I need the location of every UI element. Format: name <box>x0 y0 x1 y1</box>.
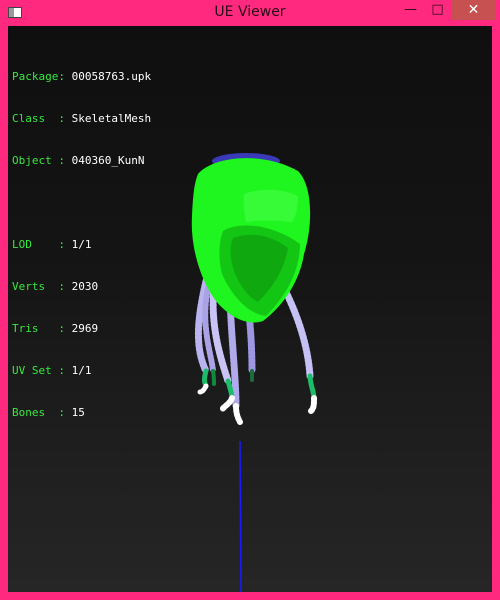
class-value: SkeletalMesh <box>71 112 152 125</box>
axis-line <box>239 440 242 592</box>
uvset-label: UV Set : <box>12 364 65 377</box>
mesh-info-panel: Package: 00058763.upk Class : SkeletalMe… <box>12 42 151 448</box>
bones-label: Bones : <box>12 406 65 419</box>
package-value: 00058763.upk <box>71 70 152 83</box>
uvset-value: 1/1 <box>71 364 92 377</box>
object-value: 040360_KunN <box>71 154 145 167</box>
lod-value: 1/1 <box>71 238 92 251</box>
bones-value: 15 <box>71 406 85 419</box>
verts-label: Verts : <box>12 280 65 293</box>
minimize-button[interactable]: — <box>397 0 424 20</box>
class-label: Class : <box>12 112 65 125</box>
tris-value: 2969 <box>71 322 99 335</box>
maximize-button[interactable]: □ <box>424 0 451 20</box>
helmet-highlight <box>243 189 298 222</box>
verts-value: 2030 <box>71 280 99 293</box>
tris-label: Tris : <box>12 322 65 335</box>
lod-label: LOD : <box>12 238 65 251</box>
app-window: UE Viewer — □ ✕ Package: 00058763.upk Cl… <box>0 0 500 600</box>
close-button[interactable]: ✕ <box>451 0 496 20</box>
package-label: Package: <box>12 70 65 83</box>
3d-viewport[interactable]: Package: 00058763.upk Class : SkeletalMe… <box>8 26 492 592</box>
title-bar[interactable]: UE Viewer — □ ✕ <box>0 0 500 26</box>
object-label: Object : <box>12 154 65 167</box>
